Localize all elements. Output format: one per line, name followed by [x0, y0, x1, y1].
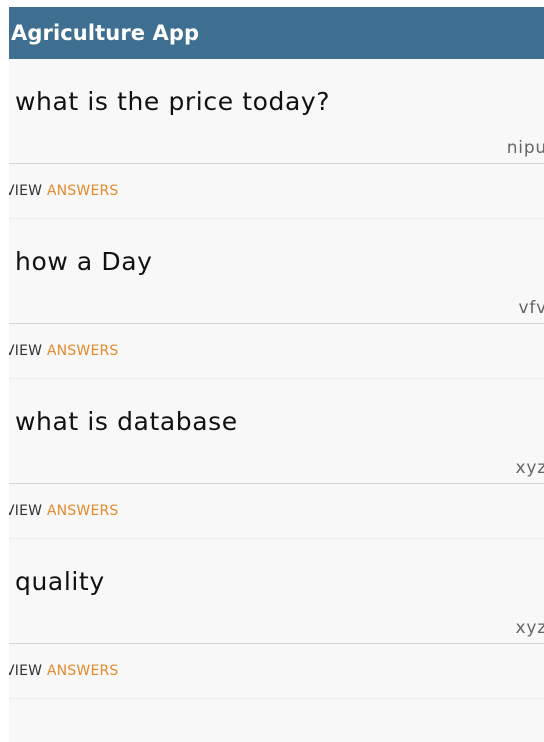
answers-row: VIEW ANSWERS — [9, 644, 544, 699]
view-answers-button[interactable]: VIEW ANSWERS — [9, 343, 119, 359]
view-answers-label-view: VIEW — [9, 343, 47, 359]
view-answers-button[interactable]: VIEW ANSWERS — [9, 663, 119, 679]
question-card[interactable]: how a Day vfv — [9, 219, 544, 324]
question-author: xyz — [515, 458, 544, 478]
question-card[interactable]: what is the price today? nipu — [9, 59, 544, 164]
question-card[interactable]: quality xyz — [9, 539, 544, 644]
view-answers-label-answers: ANSWERS — [46, 183, 119, 199]
question-text: quality — [15, 567, 105, 596]
app-title: Agriculture App — [11, 21, 200, 45]
question-text: what is the price today? — [15, 87, 331, 116]
answers-row: VIEW ANSWERS — [9, 164, 544, 219]
answers-row: VIEW ANSWERS — [9, 484, 544, 539]
view-answers-label-view: VIEW — [9, 503, 47, 519]
question-author: vfv — [518, 298, 544, 318]
view-answers-label-answers: ANSWERS — [46, 503, 119, 519]
question-text: what is database — [15, 407, 238, 436]
answers-row: VIEW ANSWERS — [9, 324, 544, 379]
app-bar: Agriculture App — [9, 7, 544, 59]
question-list[interactable]: what is the price today? nipu VIEW ANSWE… — [9, 59, 544, 699]
view-answers-button[interactable]: VIEW ANSWERS — [9, 503, 119, 519]
question-author: xyz — [515, 618, 544, 638]
view-answers-label-view: VIEW — [9, 663, 47, 679]
view-answers-button[interactable]: VIEW ANSWERS — [9, 183, 119, 199]
question-text: how a Day — [15, 247, 153, 276]
question-author: nipu — [506, 138, 544, 158]
view-answers-label-answers: ANSWERS — [46, 663, 119, 679]
view-answers-label-answers: ANSWERS — [46, 343, 119, 359]
view-answers-label-view: VIEW — [9, 183, 47, 199]
question-card[interactable]: what is database xyz — [9, 379, 544, 484]
app-screen: Agriculture App what is the price today?… — [9, 7, 544, 742]
